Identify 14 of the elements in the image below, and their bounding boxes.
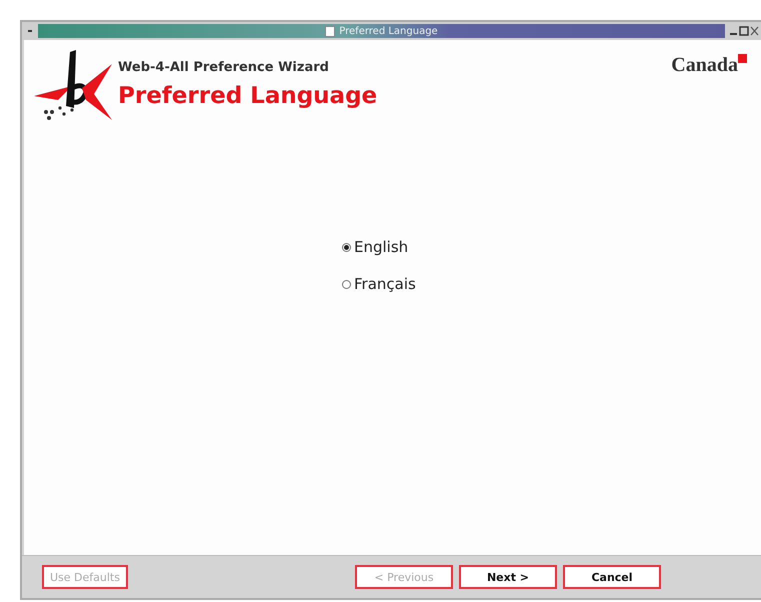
- wizard-name: Web-4-All Preference Wizard: [118, 60, 330, 75]
- window-menu-icon[interactable]: [26, 27, 34, 35]
- page-title: Preferred Language: [118, 83, 378, 109]
- flag-icon: [738, 54, 747, 63]
- radio-indicator[interactable]: [342, 280, 351, 288]
- language-radio[interactable]: Français: [342, 275, 761, 293]
- wizard-button[interactable]: Next >: [459, 565, 557, 589]
- window-controls-icon[interactable]: [729, 25, 759, 37]
- brand-text: Canada: [671, 54, 738, 77]
- language-radio[interactable]: English: [342, 238, 761, 256]
- radio-indicator[interactable]: [342, 242, 351, 252]
- window-title: Preferred Language: [339, 26, 438, 36]
- document-icon: [325, 26, 336, 36]
- wizard-button[interactable]: Cancel: [563, 565, 661, 589]
